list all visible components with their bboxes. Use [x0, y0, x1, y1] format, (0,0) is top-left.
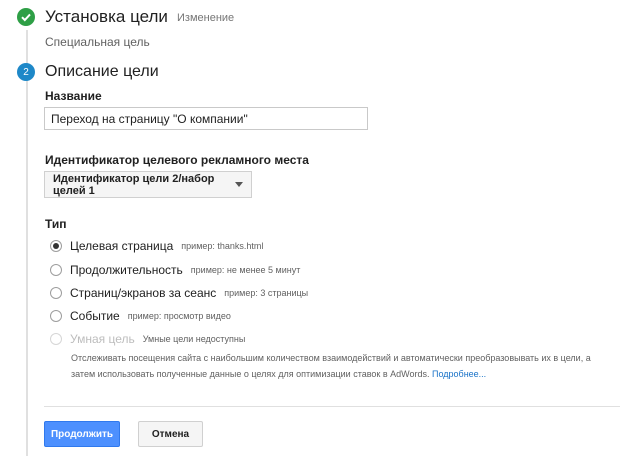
goal-slot-dropdown[interactable]: Идентификатор цели 2/набор целей 1: [44, 171, 252, 198]
radio-button-disabled: [50, 333, 62, 345]
radio-button[interactable]: [50, 240, 62, 252]
step1-title: Установка цели: [45, 7, 168, 26]
option-label: Умная цель: [70, 332, 135, 346]
radio-button[interactable]: [50, 287, 62, 299]
type-option-event[interactable]: Событие пример: просмотр видео: [50, 309, 231, 323]
type-option-pages-per-session[interactable]: Страниц/экранов за сеанс пример: 3 стран…: [50, 286, 308, 300]
step-complete-check-icon: [17, 8, 35, 26]
option-hint: Умные цели недоступны: [142, 334, 246, 344]
learn-more-link[interactable]: Подробнее...: [432, 369, 486, 379]
smart-goal-description: Отслеживать посещения сайта с наибольшим…: [71, 350, 616, 382]
radio-button[interactable]: [50, 310, 62, 322]
step1-subtitle: Специальная цель: [45, 35, 150, 49]
option-hint: пример: просмотр видео: [127, 311, 231, 321]
option-hint: пример: 3 страницы: [224, 288, 309, 298]
divider: [44, 406, 620, 407]
option-hint: пример: не менее 5 минут: [190, 265, 301, 275]
smart-goal-description-text: Отслеживать посещения сайта с наибольшим…: [71, 353, 591, 379]
goal-name-label: Название: [45, 89, 102, 103]
option-label: Продолжительность: [70, 263, 183, 277]
step2-title: Описание цели: [45, 63, 159, 80]
type-option-duration[interactable]: Продолжительность пример: не менее 5 мин…: [50, 263, 300, 277]
cancel-button[interactable]: Отмена: [138, 421, 203, 447]
steps-connector-line: [26, 30, 28, 456]
goal-type-label: Тип: [45, 217, 67, 231]
type-option-smart-goal: Умная цель Умные цели недоступны: [50, 332, 245, 346]
radio-button[interactable]: [50, 264, 62, 276]
chevron-down-icon: [235, 182, 243, 187]
continue-button[interactable]: Продолжить: [44, 421, 120, 447]
option-label: Целевая страница: [70, 239, 174, 253]
option-label: Страниц/экранов за сеанс: [70, 286, 217, 300]
option-label: Событие: [70, 309, 120, 323]
step2-number-badge: 2: [17, 63, 35, 81]
step1-edit-link[interactable]: Изменение: [177, 12, 234, 24]
goal-slot-label: Идентификатор целевого рекламного места: [45, 153, 309, 167]
option-hint: пример: thanks.html: [181, 241, 264, 251]
goal-slot-value: Идентификатор цели 2/набор целей 1: [53, 172, 215, 197]
type-option-destination[interactable]: Целевая страница пример: thanks.html: [50, 239, 263, 253]
goal-name-input[interactable]: [44, 107, 368, 130]
